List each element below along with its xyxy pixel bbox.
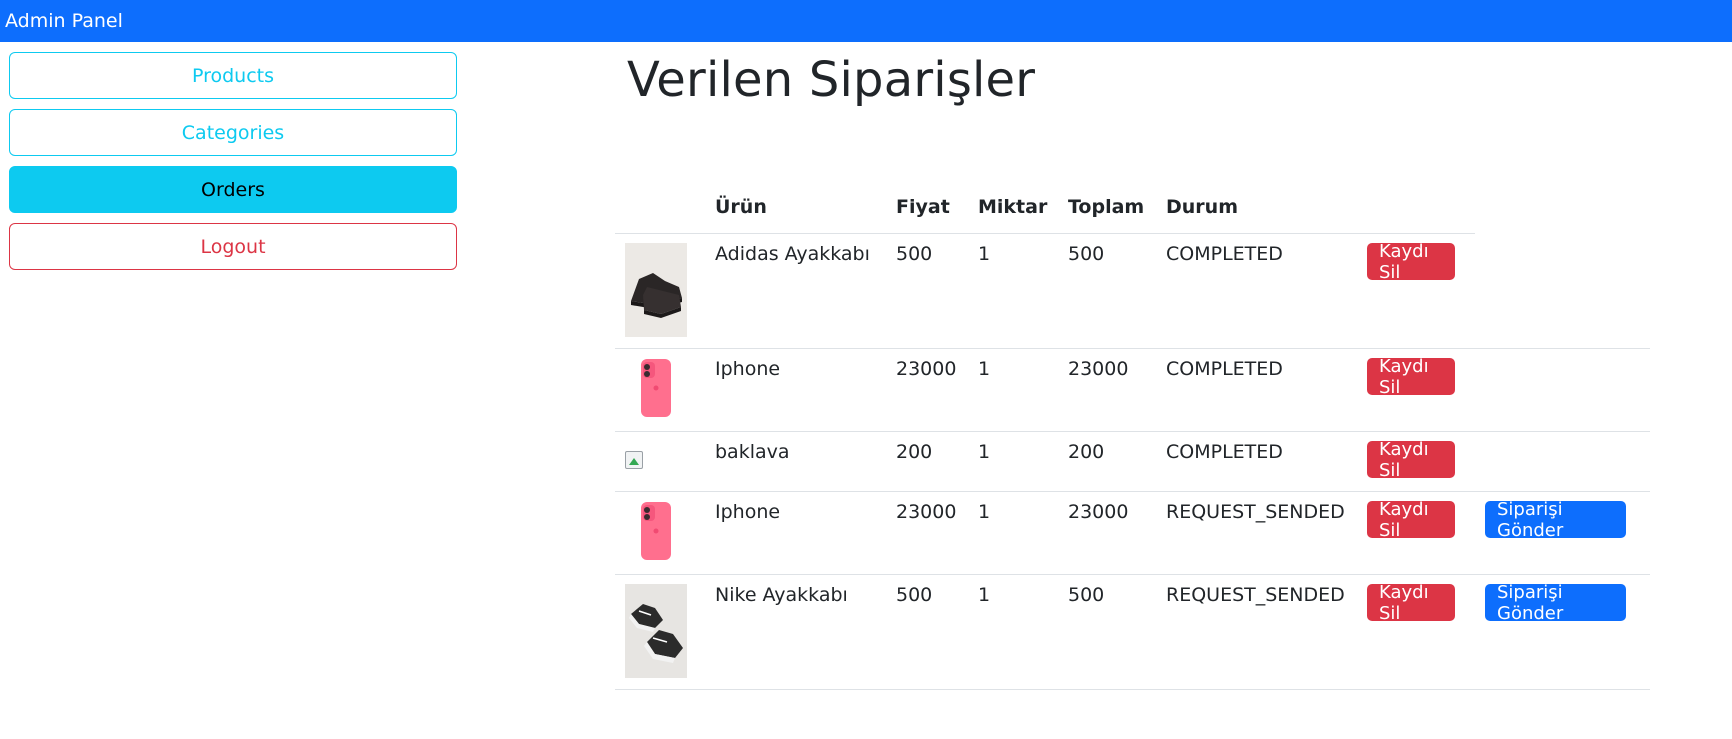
logout-button[interactable]: Logout [9,223,457,270]
price-value: 500 [896,584,933,606]
price-value: 23000 [896,501,957,523]
product-name: Iphone [715,358,781,380]
pink-phone-icon [641,359,671,417]
status-value: COMPLETED [1166,441,1283,463]
sidebar-item-orders[interactable]: Orders [9,166,457,213]
table-row: baklava 200 1 200 COMPLETED Kaydı Sil [615,431,1650,492]
delete-record-button[interactable]: Kaydı Sil [1367,356,1455,398]
table-row: Nike Ayakkabı 500 1 500 REQUEST_SENDED K… [615,574,1650,690]
quantity-value: 1 [978,441,991,463]
status-value: REQUEST_SENDED [1166,584,1345,606]
total-value: 23000 [1068,501,1129,523]
black-sneaker-icon [625,243,687,337]
sidebar-item-products[interactable]: Products [9,52,457,99]
send-order-button[interactable]: Siparişi Gönder [1485,582,1626,624]
status-value: COMPLETED [1166,243,1283,265]
column-header-price: Fiyat [896,196,950,218]
table-row: Iphone 23000 1 23000 COMPLETED Kaydı Sil [615,348,1650,432]
column-header-status: Durum [1166,196,1238,218]
delete-record-button[interactable]: Kaydı Sil [1367,439,1455,481]
price-value: 500 [896,243,933,265]
send-order-button[interactable]: Siparişi Gönder [1485,499,1626,541]
table-header: Ürün Fiyat Miktar Toplam Durum [615,186,1475,234]
pink-phone-icon [641,502,671,560]
quantity-value: 1 [978,243,991,265]
product-name: baklava [715,441,790,463]
product-thumbnail [625,584,687,678]
product-name: Iphone [715,501,781,523]
column-header-product: Ürün [715,196,767,218]
table-row: Adidas Ayakkabı 500 1 500 COMPLETED Kayd… [615,233,1650,349]
status-value: COMPLETED [1166,358,1283,380]
page-title: Verilen Siparişler [627,52,1036,108]
table-row: Iphone 23000 1 23000 REQUEST_SENDED Kayd… [615,491,1650,575]
sidebar-item-categories[interactable]: Categories [9,109,457,156]
total-value: 200 [1068,441,1105,463]
status-value: REQUEST_SENDED [1166,501,1345,523]
product-thumbnail [625,501,687,561]
product-thumbnail [625,243,687,337]
sidebar: Products Categories Orders Logout [9,52,457,280]
top-navbar: Admin Panel [0,0,1732,42]
quantity-value: 1 [978,501,991,523]
product-name: Adidas Ayakkabı [715,243,870,265]
converse-sneakers-icon [625,584,687,678]
total-value: 23000 [1068,358,1129,380]
delete-record-button[interactable]: Kaydı Sil [1367,499,1455,541]
product-thumbnail [625,358,687,418]
product-name: Nike Ayakkabı [715,584,848,606]
brand-title[interactable]: Admin Panel [5,10,123,32]
column-header-total: Toplam [1068,196,1145,218]
total-value: 500 [1068,243,1105,265]
broken-image-icon [625,451,643,469]
column-header-quantity: Miktar [978,196,1048,218]
delete-record-button[interactable]: Kaydı Sil [1367,582,1455,624]
total-value: 500 [1068,584,1105,606]
price-value: 23000 [896,358,957,380]
price-value: 200 [896,441,933,463]
quantity-value: 1 [978,358,991,380]
delete-record-button[interactable]: Kaydı Sil [1367,241,1455,283]
quantity-value: 1 [978,584,991,606]
